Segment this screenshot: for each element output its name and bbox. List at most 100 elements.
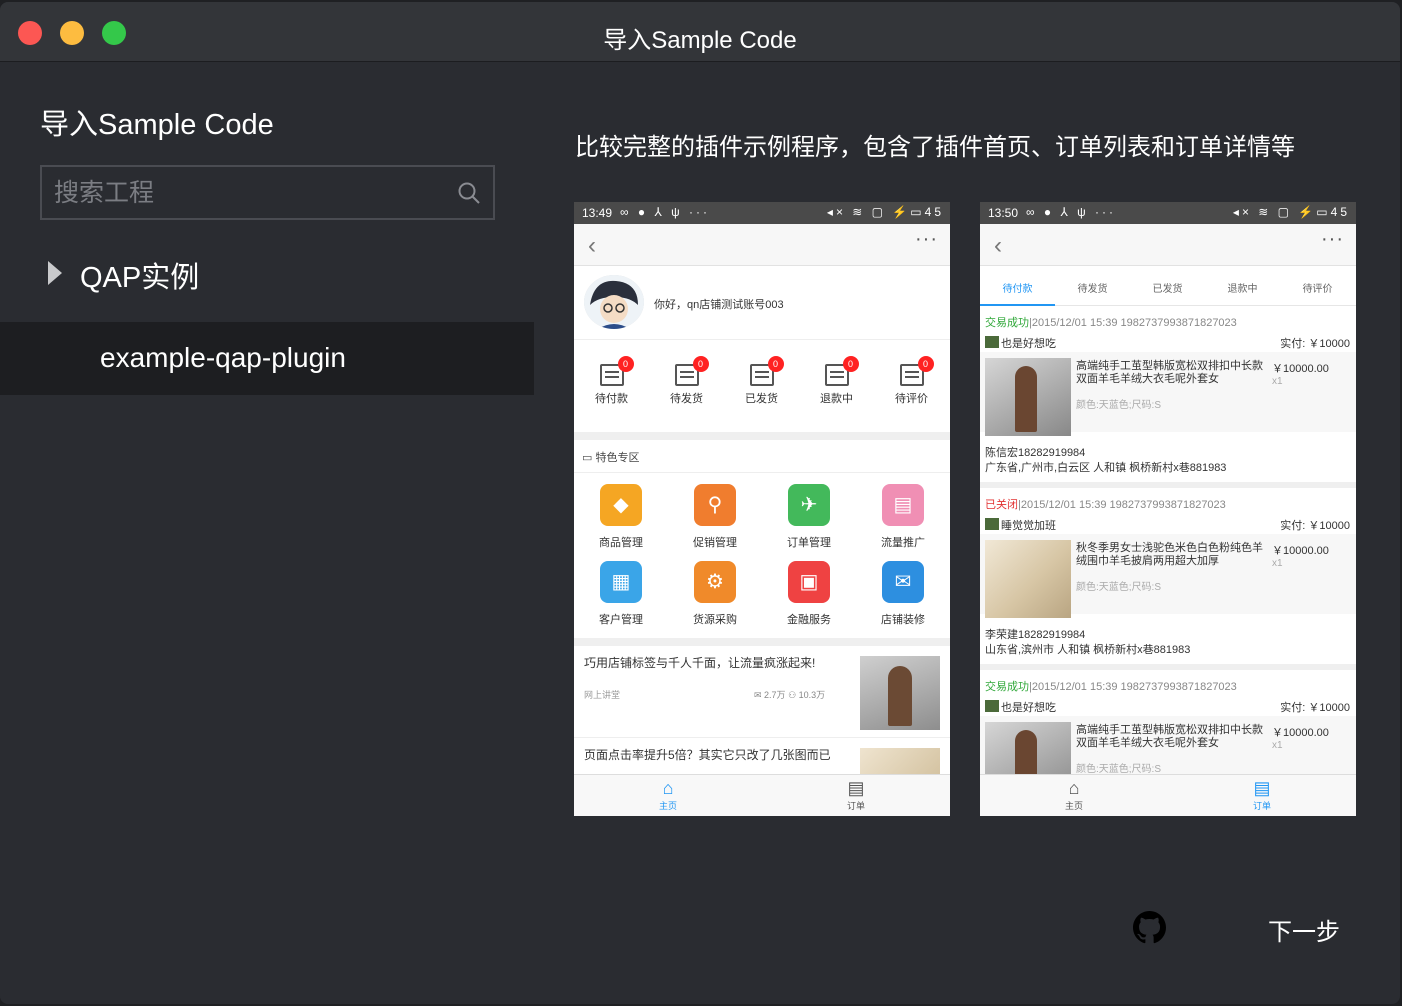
tab-refunding[interactable]: 退款中 [1205, 280, 1280, 295]
order-shop: 睡觉觉加班 [985, 517, 1056, 533]
list-icon: ▤ [1253, 778, 1271, 798]
order-paid: 实付: ￥10000 [1280, 520, 1350, 532]
diamond-icon: ◆ [600, 484, 642, 526]
gear-icon: ⚙ [694, 561, 736, 603]
product-price: ￥10000.00 [1272, 727, 1329, 739]
tab-to-ship[interactable]: 待发货 [1055, 280, 1130, 295]
profile-row: 你好，qn店铺测试账号003 [574, 266, 950, 340]
order-header: 已关闭|2015/12/01 15:39 1982737993871827023 [985, 496, 1226, 512]
status-battery: 45 [924, 205, 944, 219]
order-state-to-review[interactable]: 0 待评价 [874, 356, 949, 406]
status-icons: ∞ ● ⅄ ψ ··· [1026, 205, 1117, 219]
feature-sourcing[interactable]: ⚙ 货源采购 [668, 561, 762, 627]
back-icon[interactable]: ‹ [994, 232, 1002, 260]
tab-orders[interactable]: ▤ 订单 [762, 778, 950, 812]
tab-home[interactable]: ⌂ 主页 [980, 778, 1168, 812]
product-qty: x1 [1272, 376, 1283, 387]
order-card[interactable]: 交易成功|2015/12/01 15:39 198273799387182702… [980, 308, 1356, 482]
order-badge: 0 [692, 356, 709, 372]
order-shop: 也是好想吃 [985, 699, 1056, 715]
order-product: 高端纯手工茧型韩版宽松双排扣中长款双面羊毛羊绒大衣毛呢外套女 ￥10000.00… [980, 352, 1356, 436]
tree-group-qap[interactable]: QAP实例 [0, 248, 534, 300]
order-state-refunding[interactable]: 0 退款中 [799, 356, 874, 406]
next-step-button[interactable]: 下一步 [1268, 912, 1340, 947]
section-divider [574, 638, 950, 646]
order-state-to-ship[interactable]: 0 待发货 [649, 356, 724, 406]
feature-customer-management[interactable]: ▦ 客户管理 [574, 561, 668, 627]
buyer-address: 广东省,广州市,白云区 人和镇 枫桥新村x巷881983 [985, 462, 1227, 474]
section-divider [574, 472, 950, 473]
home-icon: ⌂ [662, 778, 674, 798]
order-header: 交易成功|2015/12/01 15:39 198273799387182702… [985, 678, 1237, 694]
mail-icon: ✉ [754, 690, 765, 700]
more-icon[interactable]: ··· [915, 228, 938, 251]
order-address: 陈信宏18282919984 广东省,广州市,白云区 人和镇 枫桥新村x巷8819… [985, 446, 1226, 476]
back-icon[interactable]: ‹ [588, 232, 596, 260]
order-card[interactable]: 交易成功|2015/12/01 15:39 198273799387182702… [980, 672, 1356, 800]
title-bar: 导入Sample Code [0, 2, 1400, 62]
tab-home[interactable]: ⌂ 主页 [574, 778, 762, 812]
order-paid: 实付: ￥10000 [1280, 702, 1350, 714]
order-status: 已关闭 [985, 499, 1018, 511]
article-source: 网上讲堂 [584, 690, 621, 700]
order-state-shipped[interactable]: 0 已发货 [724, 356, 799, 406]
tab-pending-payment[interactable]: 待付款 [980, 280, 1055, 295]
article-item[interactable]: 巧用店铺标签与千人千面，让流量疯涨起来! 网上讲堂 ✉ 2.7万 ⚇ 10.3万 [574, 646, 950, 738]
feature-label: 店铺装修 [881, 614, 925, 626]
order-tabs: 待付款 待发货 已发货 退款中 待评价 [980, 266, 1356, 306]
product-name: 高端纯手工茧型韩版宽松双排扣中长款双面羊毛羊绒大衣毛呢外套女 [1076, 724, 1263, 749]
product-qty: x1 [1272, 558, 1283, 569]
more-icon[interactable]: ··· [1321, 228, 1344, 251]
article-stats: ✉ 2.7万 ⚇ 10.3万 [754, 690, 826, 700]
document-icon: ▤ [882, 484, 924, 526]
order-list-icon: 0 [899, 356, 934, 386]
shop-avatar-icon [985, 518, 999, 530]
order-meta: |2015/12/01 15:39 1982737993871827023 [1018, 499, 1226, 511]
section-divider [574, 432, 950, 440]
product-thumbnail [985, 358, 1071, 436]
buyer-address: 山东省,滨州市 人和镇 枫桥新村x巷881983 [985, 644, 1191, 656]
product-price: ￥10000.00 [1272, 545, 1329, 557]
order-state-label: 待评价 [895, 393, 928, 405]
status-time: 13:49 [582, 206, 613, 220]
order-header: 交易成功|2015/12/01 15:39 198273799387182702… [985, 314, 1237, 330]
avatar [584, 275, 644, 329]
article-title: 巧用店铺标签与千人千面，让流量疯涨起来! [584, 656, 816, 670]
order-card[interactable]: 已关闭|2015/12/01 15:39 1982737993871827023… [980, 490, 1356, 664]
product-name: 秋冬季男女士浅驼色米色白色粉纯色羊绒围巾羊毛披肩两用超大加厚 [1076, 542, 1263, 567]
search-box[interactable] [40, 165, 495, 220]
tab-to-review[interactable]: 待评价 [1280, 280, 1355, 295]
order-meta: |2015/12/01 15:39 1982737993871827023 [1029, 681, 1237, 693]
search-input[interactable] [54, 176, 444, 210]
feature-label: 商品管理 [599, 537, 643, 549]
status-bar: 13:50 ∞ ● ⅄ ψ ··· ◂× ≋ ▢ ⚡▭45 [980, 202, 1356, 224]
order-badge: 0 [917, 356, 934, 372]
feature-promotion-management[interactable]: ⚲ 促销管理 [668, 484, 762, 550]
feature-label: 促销管理 [693, 537, 737, 549]
feature-order-management[interactable]: ✈ 订单管理 [762, 484, 856, 550]
feature-label: 流量推广 [881, 537, 925, 549]
tab-shipped[interactable]: 已发货 [1130, 280, 1205, 295]
finance-icon: ▣ [788, 561, 830, 603]
shop-avatar-icon [985, 336, 999, 348]
order-state-pending-payment[interactable]: 0 待付款 [574, 356, 649, 406]
tab-orders[interactable]: ▤ 订单 [1168, 778, 1356, 812]
order-list-icon: 0 [599, 356, 634, 386]
feature-financial-services[interactable]: ▣ 金融服务 [762, 561, 856, 627]
search-icon[interactable] [457, 181, 481, 205]
product-spec: 颜色:天蓝色;尺码:S [1076, 582, 1162, 593]
sidebar: 导入Sample Code QAP实例 example-qap-plugin [0, 63, 534, 1004]
feature-shop-decoration[interactable]: ✉ 店铺装修 [856, 561, 950, 627]
article-item[interactable]: 页面点击率提升5倍？其实它只改了几张图而已 [574, 738, 950, 816]
triangle-right-icon[interactable] [48, 261, 62, 285]
tree-item-example-qap-plugin[interactable]: example-qap-plugin [0, 322, 534, 395]
home-icon: ⌂ [1068, 778, 1080, 798]
paper-plane-icon: ✈ [788, 484, 830, 526]
feature-product-management[interactable]: ◆ 商品管理 [574, 484, 668, 550]
article-title: 页面点击率提升5倍？其实它只改了几张图而已 [584, 748, 831, 762]
github-icon[interactable] [1133, 911, 1166, 944]
feature-label: 订单管理 [787, 537, 831, 549]
order-list-icon: 0 [749, 356, 784, 386]
order-address: 李荣建18282919984 山东省,滨州市 人和镇 枫桥新村x巷881983 [985, 628, 1190, 658]
feature-traffic-promotion[interactable]: ▤ 流量推广 [856, 484, 950, 550]
